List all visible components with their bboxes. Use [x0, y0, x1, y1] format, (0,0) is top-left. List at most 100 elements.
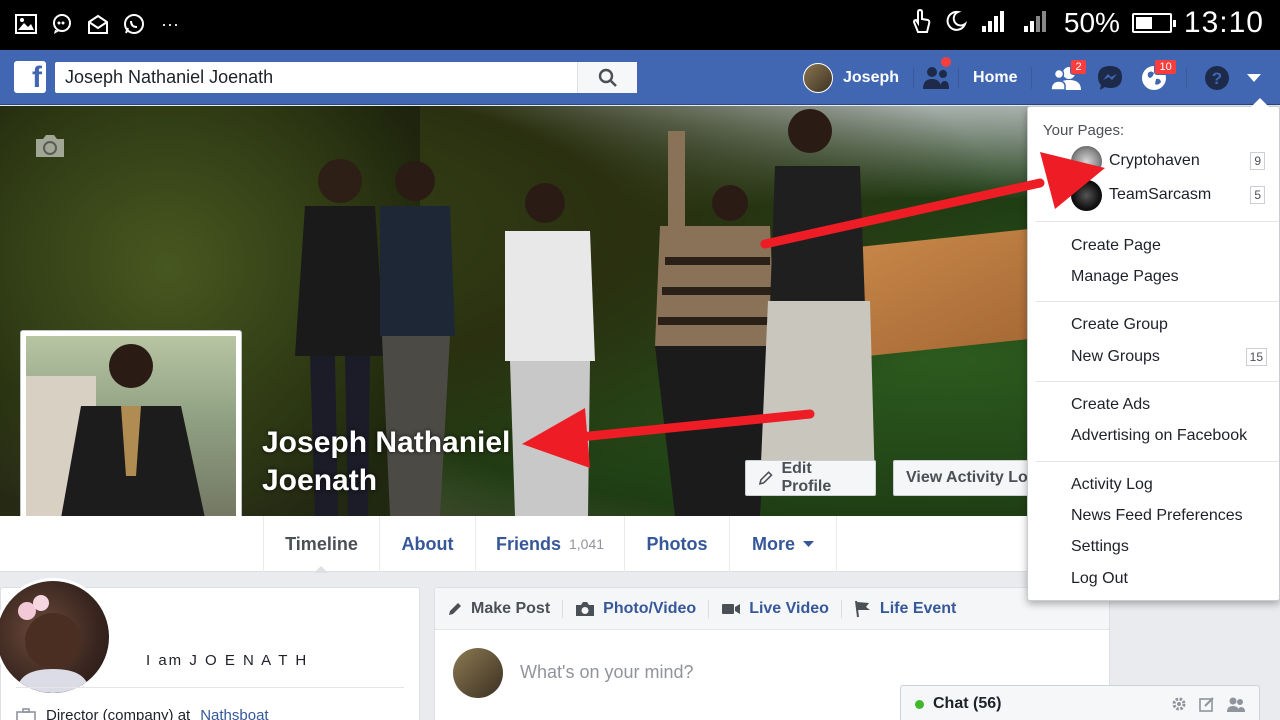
intro-bio: I am J O E N A T H — [146, 652, 309, 669]
menu-item-create-group[interactable]: Create Group — [1071, 312, 1273, 338]
facebook-logo[interactable]: f — [14, 61, 46, 93]
home-link[interactable]: Home — [973, 69, 1017, 87]
flag-icon — [854, 600, 870, 617]
intro-work-link[interactable]: Nathsboat — [200, 707, 268, 720]
composer-avatar — [453, 648, 503, 698]
teamsarcasm-avatar — [1071, 179, 1102, 211]
chat-label: Chat (56) — [933, 695, 1002, 712]
tab-friends[interactable]: Friends 1,041 — [475, 516, 624, 572]
profile-picture-image — [26, 336, 236, 546]
menu-item-settings[interactable]: Settings — [1071, 534, 1273, 560]
friend-requests-button[interactable]: 2 — [1044, 50, 1088, 105]
camera-icon[interactable] — [34, 134, 66, 158]
pencil-icon — [758, 471, 773, 485]
find-friends-icon — [923, 66, 950, 89]
make-post-tab[interactable]: Make Post — [447, 600, 550, 618]
composer-input[interactable]: What's on your mind? — [520, 662, 694, 683]
notifications-button[interactable]: 10 — [1132, 50, 1177, 105]
view-activity-log-button[interactable]: View Activity Log — [893, 460, 1030, 496]
find-friends-button[interactable] — [914, 50, 958, 105]
chat-bar[interactable]: Chat (56) — [900, 685, 1260, 720]
compose-icon[interactable] — [1199, 696, 1215, 712]
tab-more-label: More — [751, 533, 795, 554]
image-icon — [14, 12, 38, 36]
moon-icon — [944, 9, 968, 38]
intro-work-row: Director (company) at Nathsboat — [16, 707, 269, 720]
page-item-cryptohaven[interactable]: Cryptohaven 9 — [1071, 145, 1271, 177]
new-groups-label: New Groups — [1071, 348, 1160, 365]
menu-item-news-feed-preferences[interactable]: News Feed Preferences — [1071, 503, 1273, 529]
chat-icons — [1171, 696, 1245, 712]
menu-item-new-groups[interactable]: New Groups 15 — [1071, 344, 1273, 370]
menu-item-log-out[interactable]: Log Out — [1071, 566, 1273, 592]
tab-about[interactable]: About — [379, 516, 475, 572]
add-people-icon[interactable] — [1227, 696, 1245, 712]
nav-divider — [1186, 66, 1188, 89]
menu-item-create-ads[interactable]: Create Ads — [1071, 392, 1273, 418]
photo-video-tab[interactable]: Photo/Video — [575, 600, 696, 618]
facebook-top-bar: f Joseph Home 2 10 ? — [0, 50, 1280, 105]
tab-timeline[interactable]: Timeline — [263, 516, 379, 572]
camera-icon — [576, 601, 595, 616]
intro-divider — [16, 687, 404, 688]
composer-tab-divider — [840, 599, 842, 618]
new-groups-count: 15 — [1245, 348, 1267, 366]
account-menu-button[interactable] — [1239, 50, 1269, 105]
page-item-teamsarcasm[interactable]: TeamSarcasm 5 — [1071, 179, 1271, 211]
caret-down-icon — [803, 541, 814, 547]
clock: 13:10 — [1183, 6, 1264, 39]
briefcase-icon — [16, 707, 36, 720]
menu-item-activity-log[interactable]: Activity Log — [1071, 472, 1273, 498]
live-video-tab[interactable]: Live Video — [721, 600, 829, 618]
menu-divider — [1036, 221, 1279, 222]
tab-more[interactable]: More — [729, 516, 837, 572]
tab-timeline-label: Timeline — [285, 533, 358, 554]
battery-percent: 50% — [1063, 7, 1120, 38]
user-name-link[interactable]: Joseph — [843, 69, 899, 87]
profile-name-line1: Joseph Nathaniel — [262, 426, 511, 459]
account-dropdown-menu: Your Pages: Cryptohaven 9 TeamSarcasm 5 … — [1027, 98, 1280, 601]
gear-icon[interactable] — [1171, 696, 1187, 712]
menu-divider — [1036, 301, 1279, 302]
life-event-tab[interactable]: Life Event — [854, 600, 956, 618]
search-button[interactable] — [577, 62, 637, 93]
find-friends-dot — [940, 56, 953, 68]
svg-text:?: ? — [1212, 69, 1222, 88]
battery-icon — [1131, 13, 1176, 33]
search-icon — [598, 68, 617, 87]
your-pages-heading: Your Pages: — [1043, 122, 1125, 139]
menu-item-advertising[interactable]: Advertising on Facebook — [1071, 423, 1273, 449]
messenger-icon — [1098, 65, 1123, 90]
live-video-label: Live Video — [749, 599, 829, 617]
nav-divider — [1031, 66, 1033, 89]
photo-video-label: Photo/Video — [603, 599, 697, 617]
edit-profile-label: Edit Profile — [781, 460, 832, 495]
mail-open-icon — [86, 12, 110, 36]
tab-friends-label: Friends — [495, 533, 561, 554]
menu-item-create-page[interactable]: Create Page — [1071, 233, 1273, 259]
messages-button[interactable] — [1088, 50, 1132, 105]
edit-profile-button[interactable]: Edit Profile — [745, 460, 876, 496]
whatsapp-icon — [122, 12, 146, 36]
profile-tabs: Timeline About Friends 1,041 Photos More — [0, 516, 1030, 572]
life-event-label: Life Event — [879, 599, 957, 617]
friends-count: 1,041 — [568, 536, 605, 552]
profile-name: Joseph Nathaniel Joenath — [262, 424, 562, 500]
user-avatar[interactable] — [803, 62, 833, 93]
tab-photos[interactable]: Photos — [624, 516, 729, 572]
help-icon: ? — [1205, 65, 1230, 90]
search-input[interactable] — [55, 62, 577, 93]
nav-divider — [958, 66, 960, 89]
composer-tab-divider — [562, 599, 564, 618]
chat-bubble-icon — [50, 12, 74, 36]
quick-help-button[interactable]: ? — [1195, 50, 1239, 105]
menu-item-manage-pages[interactable]: Manage Pages — [1071, 264, 1273, 290]
tab-about-label: About — [401, 533, 454, 554]
menu-divider — [1036, 461, 1279, 462]
page-name: Cryptohaven — [1109, 152, 1200, 169]
composer-tabs: Make Post Photo/Video Live Video Life Ev… — [435, 588, 1109, 630]
video-camera-icon — [722, 603, 741, 614]
tab-photos-label: Photos — [646, 533, 708, 554]
signal-icon — [1022, 8, 1052, 39]
online-status-dot — [915, 699, 924, 709]
